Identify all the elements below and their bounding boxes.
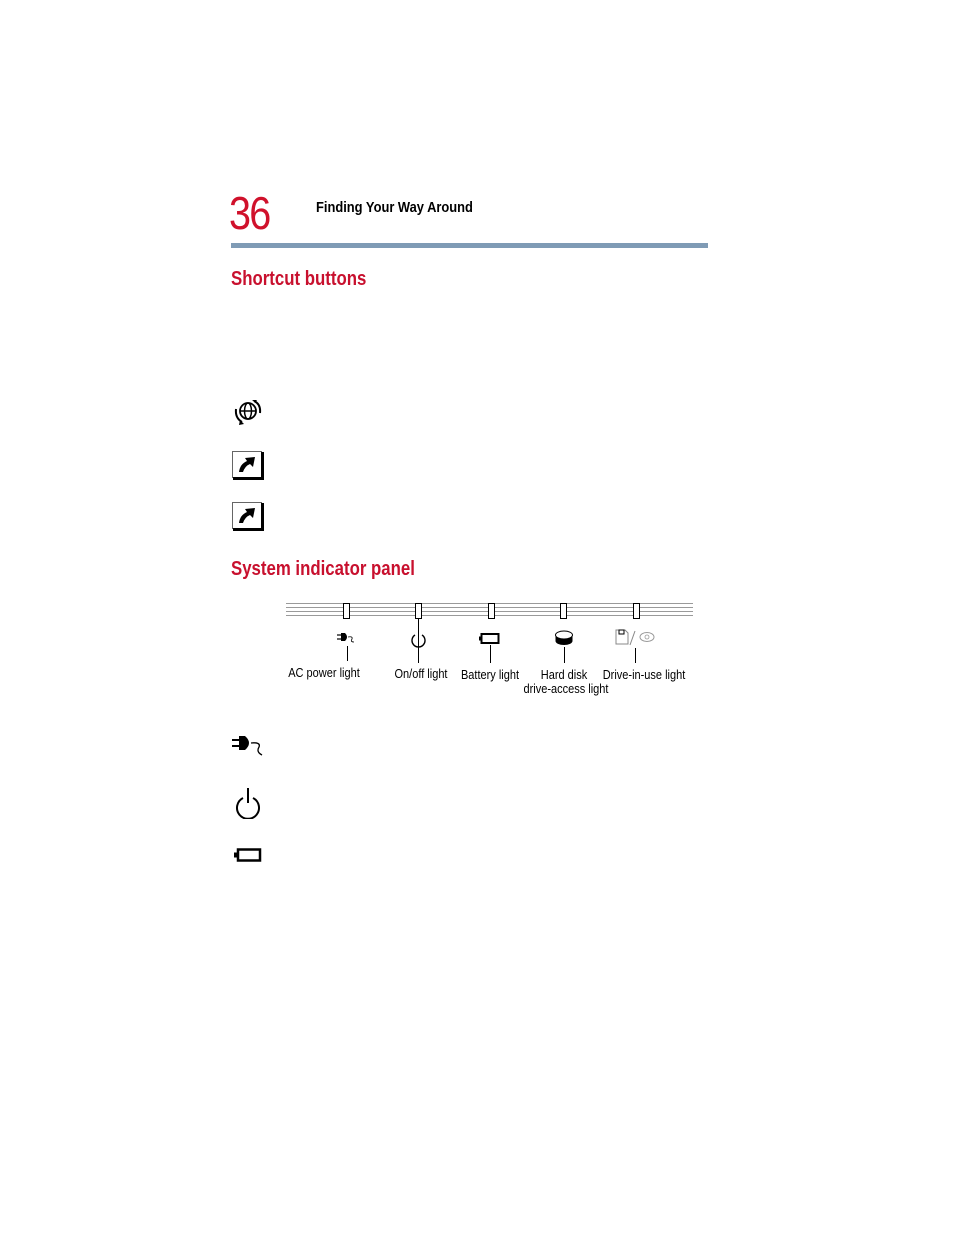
led-ac-power	[343, 603, 350, 619]
led-battery	[488, 603, 495, 619]
leader-line	[347, 646, 348, 661]
internet-globe-icon	[234, 400, 262, 425]
label-ac-power-light: AC power light	[288, 666, 360, 680]
led-drive-in-use	[633, 603, 640, 619]
label-drive-in-use-light: Drive-in-use light	[602, 668, 686, 682]
page-number: 36	[229, 187, 271, 239]
battery-icon	[479, 633, 500, 644]
ac-power-plug-icon	[337, 633, 355, 643]
header-rule	[231, 243, 708, 248]
leader-line	[635, 648, 636, 663]
label-hard-disk-line2: drive-access light	[523, 682, 609, 696]
hard-disk-icon	[555, 630, 573, 645]
power-icon	[236, 788, 260, 819]
leader-line	[490, 645, 491, 663]
section-heading-shortcut-buttons: Shortcut buttons	[231, 268, 367, 290]
section-heading-system-indicator-panel: System indicator panel	[231, 558, 415, 580]
chapter-title: Finding Your Way Around	[316, 199, 473, 216]
led-on-off	[415, 603, 422, 619]
leader-line	[564, 647, 565, 663]
shortcut-arrow-icon	[232, 451, 264, 480]
led-hard-disk	[560, 603, 567, 619]
battery-icon	[234, 848, 262, 862]
ac-power-plug-icon	[232, 736, 263, 756]
drive-in-use-icon	[615, 629, 655, 646]
shortcut-arrow-icon	[232, 502, 264, 531]
leader-line	[418, 618, 419, 663]
